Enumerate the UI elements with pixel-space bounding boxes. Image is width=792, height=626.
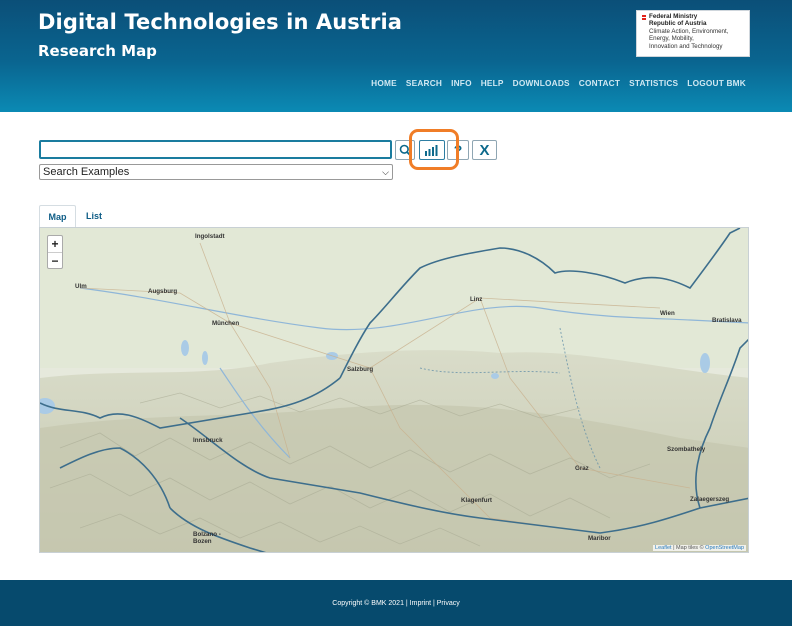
nav-statistics[interactable]: STATISTICS — [629, 78, 678, 88]
city-label: Graz — [575, 465, 589, 472]
site-title: Digital Technologies in Austria — [38, 10, 403, 34]
logo-subtitle: Climate Action, Environment, Energy, Mob… — [649, 28, 728, 50]
tab-list[interactable]: List — [78, 205, 110, 227]
zoom-out-button[interactable]: − — [48, 252, 62, 268]
nav-search[interactable]: SEARCH — [406, 78, 442, 88]
site-subtitle: Research Map — [38, 42, 157, 60]
leaflet-link[interactable]: Leaflet — [655, 545, 672, 551]
city-label: Salzburg — [347, 366, 374, 373]
search-button[interactable] — [395, 140, 415, 160]
map-attribution: Leaflet | Map tiles © OpenStreetMap — [653, 545, 746, 551]
search-input[interactable] — [39, 140, 392, 159]
logo-line-3: Climate Action, Environment, — [649, 28, 729, 35]
logo-line-4: Energy, Mobility, — [649, 35, 694, 43]
map-background — [40, 228, 748, 552]
logo-line-1: Federal Ministry — [649, 13, 698, 20]
nav-info[interactable]: INFO — [451, 78, 472, 88]
chevron-down-icon: ⌵ — [382, 166, 389, 177]
city-label: München — [212, 320, 240, 327]
city-label: Klagenfurt — [461, 497, 492, 504]
attribution-text: | Map tiles © — [671, 545, 706, 551]
logo-line-5: Innovation and Technology — [649, 42, 723, 50]
osm-link[interactable]: OpenStreetMap — [705, 545, 744, 551]
bar-chart-icon — [425, 145, 438, 156]
site-footer: Copyright © BMK 2021 | Imprint | Privacy — [0, 580, 792, 626]
city-label: Ulm — [75, 283, 87, 290]
help-label: ? — [453, 142, 463, 158]
search-examples-select[interactable]: Search Examples ⌵ — [39, 164, 393, 180]
zoom-in-button[interactable]: + — [48, 236, 62, 252]
help-button[interactable]: ? — [447, 140, 469, 160]
clear-button[interactable]: X — [472, 140, 497, 160]
city-label: Bolzano - Bozen — [193, 531, 221, 545]
footer-text[interactable]: Copyright © BMK 2021 | Imprint | Privacy — [332, 600, 459, 607]
city-label: Augsburg — [148, 288, 178, 295]
city-label: Linz — [470, 296, 483, 303]
nav-contact[interactable]: CONTACT — [579, 78, 620, 88]
city-label: Maribor — [588, 535, 611, 542]
nav-home[interactable]: HOME — [371, 78, 397, 88]
select-value: Search Examples — [43, 166, 130, 178]
city-label: Ingolstadt — [195, 233, 225, 240]
logo-line-2: Republic of Austria — [649, 20, 707, 28]
nav-logout[interactable]: LOGOUT BMK — [687, 78, 746, 88]
clear-label: X — [479, 141, 490, 159]
city-label: Bratislava — [712, 317, 742, 324]
logo-title: Federal Ministry Republic of Austria — [649, 13, 707, 28]
ministry-logo[interactable]: Federal Ministry Republic of Austria Cli… — [636, 10, 750, 57]
search-icon — [399, 144, 412, 157]
zoom-control: + − — [47, 235, 63, 269]
nav-help[interactable]: HELP — [481, 78, 504, 88]
city-label: Wien — [660, 310, 675, 317]
city-label: Innsbruck — [193, 437, 223, 444]
main-nav: HOME SEARCH INFO HELP DOWNLOADS CONTACT … — [371, 78, 746, 88]
austria-flag-icon — [642, 15, 646, 20]
tab-map[interactable]: Map — [39, 205, 76, 227]
map-view[interactable]: + − Ingolstadt Ulm Augsburg München Linz… — [39, 227, 749, 553]
city-label: Zalaegerszeg — [690, 496, 730, 503]
city-label: Szombathely — [667, 446, 706, 453]
nav-downloads[interactable]: DOWNLOADS — [513, 78, 570, 88]
site-header: Digital Technologies in Austria Research… — [0, 0, 792, 112]
statistics-button[interactable] — [419, 140, 445, 160]
